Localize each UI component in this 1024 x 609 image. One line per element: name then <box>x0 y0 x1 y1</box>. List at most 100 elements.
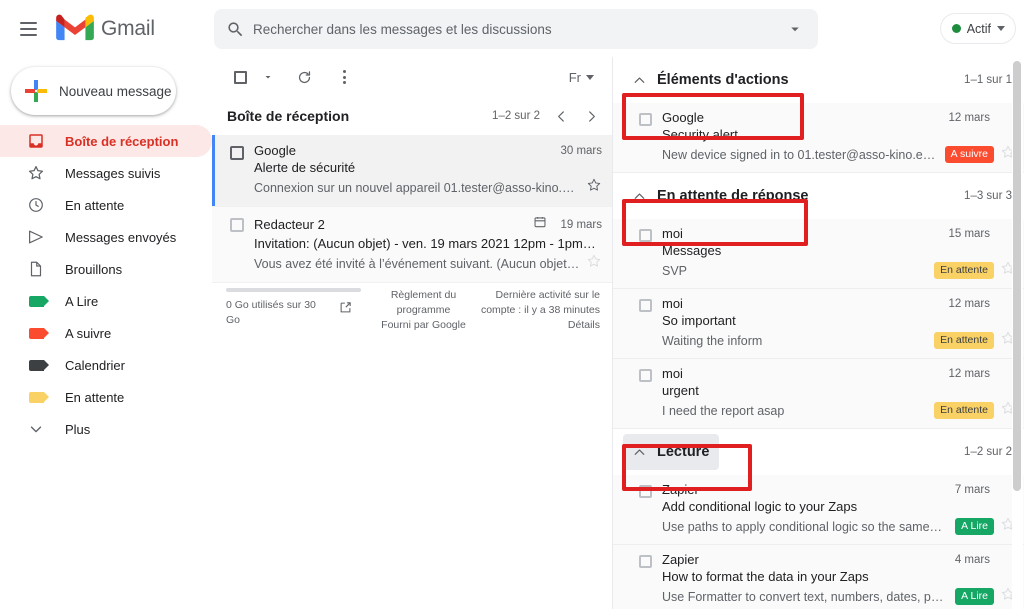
email-sender: moi <box>662 226 683 241</box>
label-tag-icon <box>26 387 49 407</box>
status-badge[interactable]: A Lire <box>955 588 994 605</box>
row-checkbox[interactable] <box>639 555 652 568</box>
email-snippet: Waiting the inform <box>662 333 763 348</box>
email-subject: Security alert <box>662 127 738 142</box>
sidebar-item-inbox[interactable]: Boîte de réception <box>0 125 212 157</box>
gmail-logo[interactable]: Gmail <box>56 14 155 43</box>
chevron-left-icon <box>557 110 564 122</box>
select-all-checkbox[interactable] <box>223 60 257 94</box>
sidebar-item-starred[interactable]: Messages suivis <box>0 157 212 189</box>
email-date: 15 mars <box>948 227 990 240</box>
sidebar-item-en-attente[interactable]: En attente <box>0 381 212 413</box>
row-checkbox[interactable] <box>639 299 652 312</box>
sidebar-item-label: A suivre <box>65 325 112 341</box>
refresh-button[interactable] <box>287 60 321 94</box>
select-all-caret[interactable] <box>259 60 277 94</box>
sidebar-item-label: Brouillons <box>65 261 123 277</box>
email-content: Google 30 mars Alerte de sécurité Connex… <box>254 143 602 198</box>
checkbox-icon <box>233 70 247 84</box>
table-row[interactable]: Google 12 mars Security alert New device… <box>613 103 1024 173</box>
section-header-en-attente-de-reponse[interactable]: En attente de réponse 1–3 sur 3 <box>613 173 1024 219</box>
vertical-scrollbar[interactable] <box>1012 57 1023 609</box>
open-in-new-icon[interactable] <box>338 300 353 320</box>
chevron-down-icon[interactable] <box>786 20 804 38</box>
row-checkbox[interactable] <box>639 485 652 498</box>
row-checkbox[interactable] <box>639 229 652 242</box>
compose-label: Nouveau message <box>59 83 172 99</box>
section-header-elements-daction[interactable]: Éléments d'actions 1–1 sur 1 <box>613 57 1024 103</box>
sidebar-item-label: Boîte de réception <box>65 133 179 149</box>
table-row[interactable]: Zapier 7 mars Add conditional logic to y… <box>613 475 1024 545</box>
last-activity: Dernière activité sur le compte : il y a… <box>471 288 600 333</box>
inbox-icon <box>26 131 46 151</box>
email-snippet: Vous avez été invité à l’événement suiva… <box>254 256 580 271</box>
gmail-window: Gmail Actif Nouveau message <box>0 0 1024 609</box>
status-badge[interactable]: A Lire <box>955 518 994 535</box>
sidebar-item-snoozed[interactable]: En attente <box>0 189 212 221</box>
sidebar-item-sent[interactable]: Messages envoyés <box>0 221 212 253</box>
row-checkbox[interactable] <box>230 218 244 232</box>
table-row[interactable]: Zapier 4 mars How to format the data in … <box>613 545 1024 609</box>
table-row[interactable]: moi 15 mars Messages SVP En attente <box>613 219 1024 289</box>
label-tag-icon <box>26 323 49 343</box>
sidebar-item-a-lire[interactable]: A Lire <box>0 285 212 317</box>
chevron-down-icon <box>26 419 46 439</box>
chevron-up-icon[interactable] <box>625 66 653 94</box>
page-title: Boîte de réception <box>227 108 350 124</box>
email-date: 19 mars <box>560 218 602 231</box>
sidebar-item-label: Messages suivis <box>65 165 161 181</box>
table-row[interactable]: Redacteur 2 19 mars Invitation: (Aucun o… <box>212 207 612 283</box>
email-subject: Messages <box>662 243 722 258</box>
sidebar-item-a-suivre[interactable]: A suivre <box>0 317 212 349</box>
status-badge[interactable]: Actif <box>939 13 1016 44</box>
status-badge[interactable]: En attente <box>934 402 994 419</box>
email-content: Redacteur 2 19 mars Invitation: (Aucun o… <box>254 215 602 274</box>
compose-button[interactable]: Nouveau message <box>11 67 176 115</box>
email-sender: Redacteur 2 <box>254 217 325 232</box>
table-row[interactable]: Google 30 mars Alerte de sécurité Connex… <box>212 135 612 207</box>
search-input[interactable] <box>253 21 774 37</box>
star-outline-icon[interactable] <box>586 253 602 274</box>
sidebar-item-plus[interactable]: Plus <box>0 413 212 445</box>
email-subject: So important <box>662 313 736 328</box>
program-policy[interactable]: Règlement du programme Fourni par Google <box>376 288 471 333</box>
row-checkbox[interactable] <box>639 369 652 382</box>
draft-icon <box>26 259 46 279</box>
status-badge[interactable]: A suivre <box>944 146 994 163</box>
table-row[interactable]: moi 12 mars So important Waiting the inf… <box>613 289 1024 359</box>
sidebar-nav: Boîte de réception Messages suivis En at… <box>0 125 212 445</box>
status-badge[interactable]: En attente <box>934 332 994 349</box>
section-title: En attente de réponse <box>657 188 809 204</box>
chevron-down-icon <box>586 74 594 80</box>
row-checkbox[interactable] <box>639 113 652 126</box>
chevron-down-icon[interactable] <box>997 26 1005 31</box>
more-options-button[interactable] <box>327 60 361 94</box>
chevron-up-icon[interactable] <box>625 182 653 210</box>
sidebar-item-calendrier[interactable]: Calendrier <box>0 349 212 381</box>
sidebar-item-drafts[interactable]: Brouillons <box>0 253 212 285</box>
refresh-icon <box>298 70 310 83</box>
clock-icon <box>26 195 46 215</box>
row-checkbox[interactable] <box>230 146 244 160</box>
calendar-icon <box>533 215 547 234</box>
status-badge[interactable]: En attente <box>934 262 994 279</box>
table-row[interactable]: moi 12 mars urgent I need the report asa… <box>613 359 1024 429</box>
email-subject: How to format the data in your Zaps <box>662 569 869 584</box>
search-bar[interactable] <box>214 9 818 49</box>
details-link[interactable]: Détails <box>471 318 600 333</box>
prev-page-button[interactable] <box>546 101 576 131</box>
scrollbar-thumb[interactable] <box>1013 61 1021 491</box>
sidebar: Nouveau message Boîte de réception Messa… <box>0 57 212 609</box>
email-subject: Alerte de sécurité <box>254 160 356 175</box>
language-selector[interactable]: Fr <box>569 70 594 85</box>
sidebar-item-label: Messages envoyés <box>65 229 177 245</box>
star-outline-icon[interactable] <box>586 177 602 198</box>
section-header-lecture[interactable]: Lecture 1–2 sur 2 <box>613 429 1024 475</box>
section-count: 1–3 sur 3 <box>964 190 1012 202</box>
activity-line-1: Dernière activité sur le <box>495 289 600 301</box>
next-page-button[interactable] <box>576 101 606 131</box>
chevron-up-icon[interactable] <box>625 438 653 466</box>
hamburger-icon[interactable] <box>8 9 48 49</box>
chevron-right-icon <box>588 110 595 122</box>
inbox-header: Boîte de réception 1–2 sur 2 <box>212 97 612 135</box>
